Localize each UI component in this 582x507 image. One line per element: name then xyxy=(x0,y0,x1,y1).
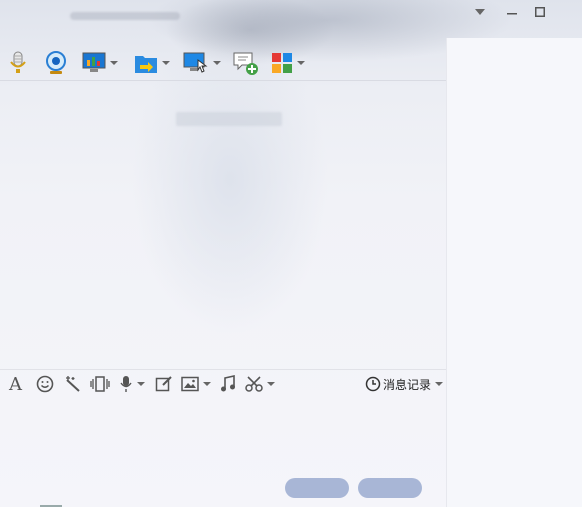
image-icon xyxy=(181,376,199,392)
chevron-down-icon[interactable] xyxy=(137,382,145,386)
scissors-icon xyxy=(245,376,263,392)
chevron-down-icon[interactable] xyxy=(435,382,444,386)
microphone-icon xyxy=(120,376,132,392)
edit-icon xyxy=(155,376,172,392)
message-history-label: 消息记录 xyxy=(383,377,432,392)
message-history-area[interactable] xyxy=(0,81,446,369)
emoji-button[interactable] xyxy=(36,374,54,394)
music-button[interactable] xyxy=(220,374,236,394)
window-shake-button[interactable] xyxy=(90,374,110,394)
app-grid-icon xyxy=(272,53,292,73)
screen-cursor-icon xyxy=(183,52,208,73)
music-note-icon xyxy=(221,375,235,392)
remote-desktop-button[interactable] xyxy=(183,48,221,78)
screenshot-button[interactable] xyxy=(245,374,275,394)
chevron-down-icon[interactable] xyxy=(297,61,305,65)
chevron-down-icon[interactable] xyxy=(110,61,118,65)
magic-wand-icon xyxy=(66,376,80,392)
send-file-button[interactable] xyxy=(134,48,170,78)
chart-monitor-icon xyxy=(82,52,106,72)
maximize-icon[interactable] xyxy=(530,4,550,20)
webcam-icon xyxy=(46,51,66,74)
close-button[interactable] xyxy=(285,478,349,498)
doodle-button[interactable] xyxy=(155,374,173,394)
font-icon: A xyxy=(9,373,22,395)
main-toolbar xyxy=(0,48,446,80)
chat-add-icon xyxy=(233,52,258,75)
message-input[interactable] xyxy=(0,398,446,476)
chevron-down-icon[interactable] xyxy=(162,61,170,65)
vibrate-icon xyxy=(90,376,110,392)
shake-button[interactable] xyxy=(64,374,82,394)
message-history-button[interactable]: 消息记录 xyxy=(365,374,444,394)
voice-message-button[interactable] xyxy=(119,374,145,394)
font-button[interactable]: A xyxy=(9,373,22,395)
video-call-button[interactable] xyxy=(44,48,68,78)
folder-transfer-icon xyxy=(135,56,157,73)
minimize-icon[interactable] xyxy=(502,4,522,20)
right-side-panel xyxy=(446,38,582,507)
voice-call-button[interactable] xyxy=(8,48,28,78)
remote-demo-button[interactable] xyxy=(82,48,118,78)
title-bar[interactable] xyxy=(0,0,582,28)
chevron-down-icon[interactable] xyxy=(203,382,211,386)
window-title xyxy=(70,12,180,20)
chevron-down-icon[interactable] xyxy=(470,4,490,20)
send-image-button[interactable] xyxy=(181,374,211,394)
clock-icon xyxy=(365,376,381,392)
chevron-down-icon[interactable] xyxy=(267,382,275,386)
input-divider xyxy=(0,369,446,370)
send-button[interactable] xyxy=(358,478,422,498)
smiley-icon xyxy=(36,375,54,393)
apps-button[interactable] xyxy=(271,48,305,78)
microphone-icon xyxy=(10,51,26,73)
create-discussion-button[interactable] xyxy=(233,48,259,78)
chevron-down-icon[interactable] xyxy=(213,61,221,65)
